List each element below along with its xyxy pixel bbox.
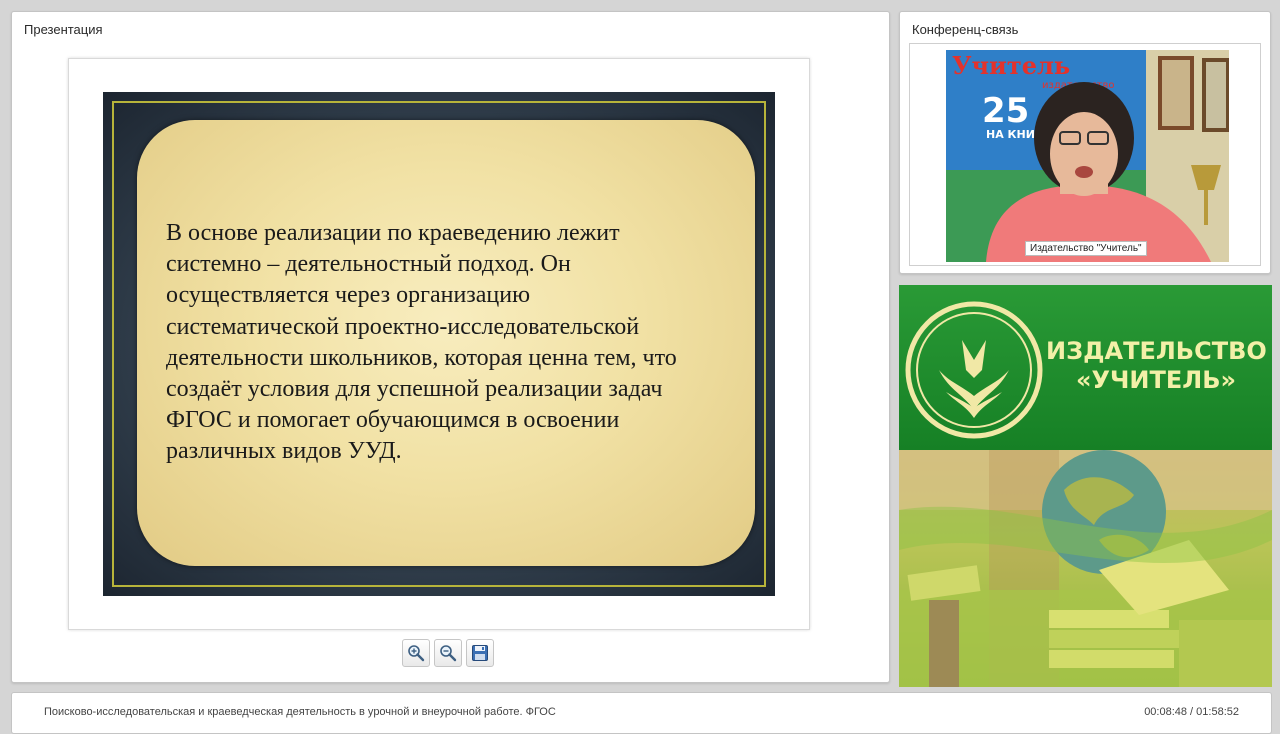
video-scene: Учитель издательство 25 НА КНИЖ <box>946 50 1229 262</box>
banner-books-area <box>899 450 1272 687</box>
slide-card: В основе реализации по краеведению лежит… <box>137 120 755 566</box>
zoom-out-button[interactable] <box>434 639 462 667</box>
slide: В основе реализации по краеведению лежит… <box>103 92 775 596</box>
webinar-title: Поисково-исследовательская и краеведческ… <box>44 706 556 718</box>
publisher-banner: ИЗДАТЕЛЬСТВО «УЧИТЕЛЬ» <box>899 285 1272 687</box>
banner-logo-area: ИЗДАТЕЛЬСТВО «УЧИТЕЛЬ» <box>899 285 1272 450</box>
zoom-in-button[interactable] <box>402 639 430 667</box>
presentation-title: Презентация <box>24 22 103 37</box>
presentation-panel: Презентация В основе реализации по краев… <box>11 11 890 683</box>
backdrop-number: 25 <box>982 91 1029 131</box>
footer-bar: Поисково-исследовательская и краеведческ… <box>11 692 1272 734</box>
slide-frame: В основе реализации по краеведению лежит… <box>68 58 810 630</box>
conference-title: Конференц-связь <box>912 22 1019 37</box>
books-globe-illustration <box>899 450 1272 687</box>
video-frame: Учитель издательство 25 НА КНИЖ Издатель… <box>909 43 1261 266</box>
zoom-out-icon <box>440 645 457 662</box>
save-icon <box>472 645 488 661</box>
speaker-caption: Издательство "Учитель" <box>1025 241 1147 256</box>
playback-time: 00:08:48 / 01:58:52 <box>1144 706 1239 718</box>
conference-panel: Конференц-связь Учитель издательство 25 … <box>899 11 1271 274</box>
slide-text: В основе реализации по краеведению лежит… <box>166 220 677 465</box>
backdrop-brand: Учитель <box>952 51 1070 80</box>
slide-toolbar <box>402 639 494 669</box>
save-button[interactable] <box>466 639 494 667</box>
speaker-video[interactable]: Учитель издательство 25 НА КНИЖ Издатель… <box>946 50 1229 262</box>
zoom-in-icon <box>408 645 425 662</box>
publisher-logo-icon <box>905 301 1043 439</box>
brand-name: ИЗДАТЕЛЬСТВО «УЧИТЕЛЬ» <box>1046 337 1267 394</box>
